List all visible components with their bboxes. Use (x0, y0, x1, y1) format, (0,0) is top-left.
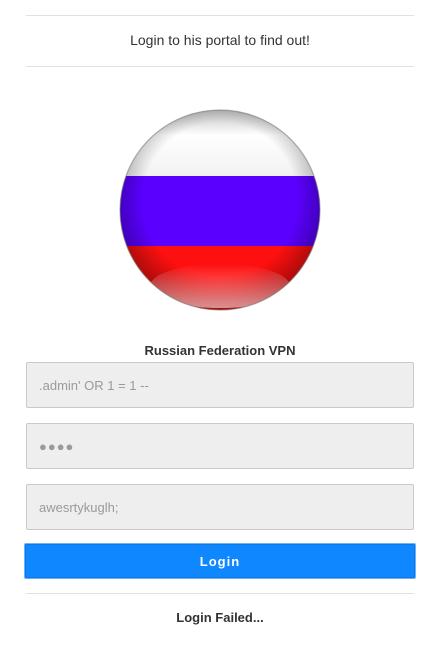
service-title: Russian Federation VPN (144, 343, 296, 358)
russian-flag-sphere-icon (118, 108, 322, 312)
intro-text: Login to his portal to find out! (130, 32, 310, 48)
intro-divider (26, 66, 414, 67)
top-divider (26, 15, 414, 16)
login-button[interactable]: Login (25, 544, 415, 578)
login-page: Login to his portal to find out! Russian… (0, 0, 438, 645)
status-divider (26, 593, 414, 594)
extra-input[interactable] (26, 484, 414, 530)
login-status-message: Login Failed... (176, 610, 264, 625)
username-input[interactable] (26, 362, 414, 408)
password-input[interactable] (26, 423, 414, 469)
